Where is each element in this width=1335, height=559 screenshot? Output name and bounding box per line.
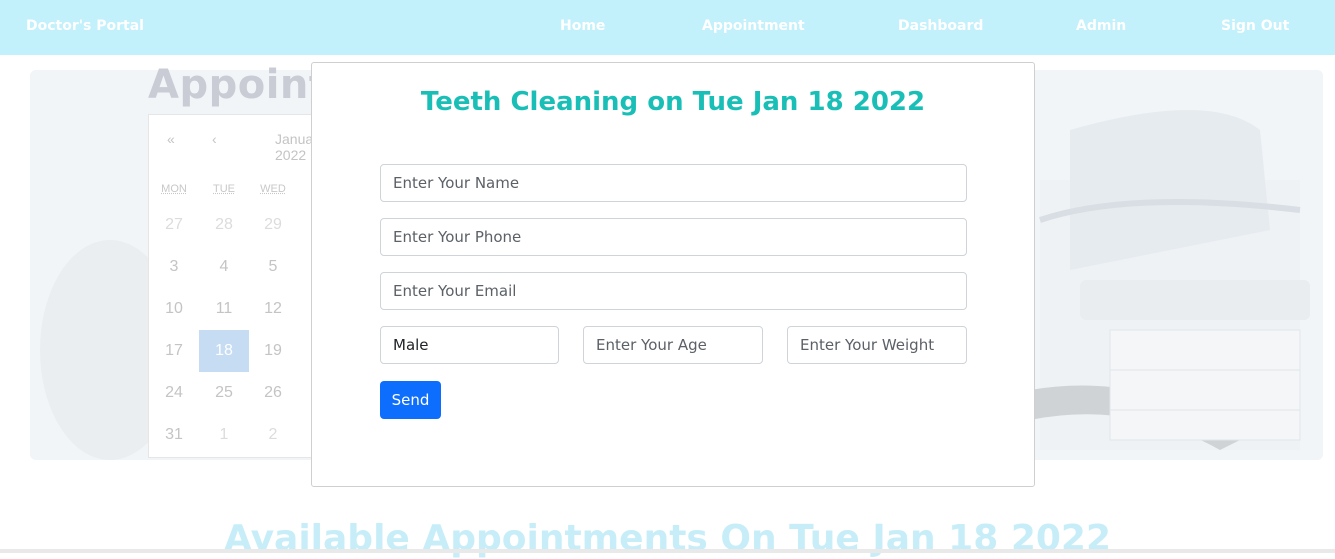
page-divider xyxy=(0,549,1335,553)
calendar-day[interactable]: 25 xyxy=(199,372,249,414)
calendar-day[interactable]: 10 xyxy=(149,288,199,330)
booking-modal: Teeth Cleaning on Tue Jan 18 2022 Enter … xyxy=(311,62,1035,487)
calendar-day[interactable]: 17 xyxy=(149,330,199,372)
send-button[interactable]: Send xyxy=(380,381,441,419)
calendar-day[interactable]: 12 xyxy=(248,288,298,330)
calendar-day[interactable]: 4 xyxy=(199,246,249,288)
top-navbar: Doctor's Portal Home Appointment Dashboa… xyxy=(0,0,1335,55)
name-input[interactable]: Enter Your Name xyxy=(380,164,967,202)
calendar-day[interactable]: 11 xyxy=(199,288,249,330)
calendar-day[interactable]: 3 xyxy=(149,246,199,288)
calendar-day[interactable]: 27 xyxy=(149,204,199,246)
weekday-wed: WED xyxy=(248,183,298,195)
nav-admin[interactable]: Admin xyxy=(1076,18,1126,34)
calendar-day[interactable]: 31 xyxy=(149,414,199,456)
brand-link[interactable]: Doctor's Portal xyxy=(26,18,144,34)
calendar-day[interactable]: 2 xyxy=(248,414,298,456)
nav-dashboard[interactable]: Dashboard xyxy=(898,18,983,34)
appointment-calendar: « ‹ January 2022 MON TUE WED 27 28 29 3 … xyxy=(148,114,318,458)
calendar-day[interactable]: 28 xyxy=(199,204,249,246)
email-input[interactable]: Enter Your Email xyxy=(380,272,967,310)
prev-month-button[interactable]: ‹ xyxy=(212,131,217,147)
calendar-day[interactable]: 1 xyxy=(199,414,249,456)
calendar-day[interactable]: 19 xyxy=(248,330,298,372)
weekday-mon: MON xyxy=(149,183,199,195)
calendar-day[interactable]: 26 xyxy=(248,372,298,414)
calendar-day-selected[interactable]: 18 xyxy=(199,330,249,372)
nav-appointment[interactable]: Appointment xyxy=(702,18,805,34)
age-input[interactable]: Enter Your Age xyxy=(583,326,763,364)
gender-select[interactable]: Male xyxy=(380,326,559,364)
prev-year-button[interactable]: « xyxy=(167,131,175,147)
phone-input[interactable]: Enter Your Phone xyxy=(380,218,967,256)
calendar-day[interactable]: 24 xyxy=(149,372,199,414)
weekday-tue: TUE xyxy=(199,183,249,195)
nav-sign-out[interactable]: Sign Out xyxy=(1221,18,1289,34)
calendar-day[interactable]: 29 xyxy=(248,204,298,246)
weight-input[interactable]: Enter Your Weight xyxy=(787,326,967,364)
calendar-day[interactable]: 5 xyxy=(248,246,298,288)
nav-home[interactable]: Home xyxy=(560,18,605,34)
modal-title: Teeth Cleaning on Tue Jan 18 2022 xyxy=(312,87,1034,117)
